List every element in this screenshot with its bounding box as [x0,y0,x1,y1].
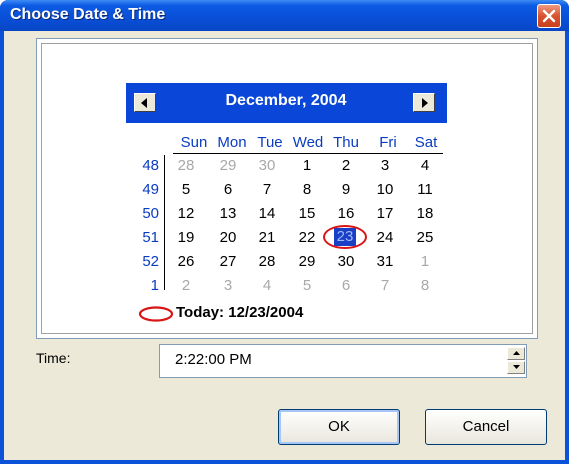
day-cell[interactable]: 5 [287,277,327,295]
day-cell[interactable]: 4 [247,277,287,295]
day-of-week-sat: Sat [414,134,438,151]
calendar-header: December, 2004 [126,83,447,123]
day-cell[interactable]: 6 [208,181,248,199]
arrow-up-icon [513,351,520,355]
week-number: 1 [150,277,159,294]
title-bar[interactable]: Choose Date & Time [0,0,569,31]
day-cell[interactable]: 6 [326,277,366,295]
time-field[interactable]: 2:22:00 PM [159,344,527,378]
day-cell[interactable]: 28 [166,157,206,175]
day-cell[interactable]: 17 [365,205,405,223]
day-cell[interactable]: 8 [287,181,327,199]
arrow-down-icon [513,365,520,369]
selected-day-cell[interactable]: 23 [325,228,365,246]
day-of-week-thu: Thu [333,134,359,151]
day-cell[interactable]: 16 [326,205,366,223]
prev-month-button[interactable] [134,93,156,112]
close-icon [542,9,556,23]
cancel-button[interactable]: Cancel [425,409,547,445]
time-label: Time: [36,350,71,366]
triangle-right-icon [422,98,428,108]
day-cell[interactable]: 20 [208,229,248,247]
day-cell[interactable]: 7 [365,277,405,295]
ok-button[interactable]: OK [278,409,400,445]
day-of-week-tue: Tue [257,134,283,151]
dialog-title: Choose Date & Time [10,6,166,23]
day-cell[interactable]: 4 [405,157,445,175]
spin-down-button[interactable] [507,361,525,374]
day-cell[interactable]: 3 [208,277,248,295]
day-cell[interactable]: 11 [405,181,445,199]
day-cell[interactable]: 5 [166,181,206,199]
week-number: 49 [142,181,159,198]
month-year-label[interactable]: December, 2004 [186,92,386,110]
today-label: Today: 12/23/2004 [176,304,304,321]
day-cell[interactable]: 14 [247,205,287,223]
day-cell[interactable]: 29 [287,253,327,271]
triangle-left-icon [141,98,147,108]
day-cell[interactable]: 2 [166,277,206,295]
day-cell[interactable]: 12 [166,205,206,223]
week-number: 52 [142,253,159,270]
day-cell[interactable]: 19 [166,229,206,247]
day-cell[interactable]: 1 [405,253,445,271]
week-number-divider [164,155,165,290]
next-month-button[interactable] [413,93,435,112]
day-cell[interactable]: 10 [365,181,405,199]
today-circle-icon [138,306,174,322]
week-number: 51 [142,229,159,246]
week-number: 48 [142,157,159,174]
day-cell[interactable]: 15 [287,205,327,223]
day-cell[interactable]: 2 [326,157,366,175]
day-cell[interactable]: 3 [365,157,405,175]
week-number: 50 [142,205,159,222]
day-cell[interactable]: 31 [365,253,405,271]
day-of-week-sun: Sun [180,134,208,151]
day-of-week-mon: Mon [217,134,247,151]
day-cell[interactable]: 8 [405,277,445,295]
day-cell[interactable]: 28 [247,253,287,271]
day-cell[interactable]: 30 [326,253,366,271]
day-cell[interactable]: 9 [326,181,366,199]
day-cell[interactable]: 21 [247,229,287,247]
day-cell[interactable]: 27 [208,253,248,271]
day-cell[interactable]: 25 [405,229,445,247]
day-cell[interactable]: 7 [247,181,287,199]
time-value: 2:22:00 PM [175,351,252,368]
day-of-week-wed: Wed [292,134,324,151]
day-cell[interactable]: 22 [287,229,327,247]
day-cell[interactable]: 1 [287,157,327,175]
day-cell[interactable]: 24 [365,229,405,247]
day-cell[interactable]: 26 [166,253,206,271]
day-of-week-fri: Fri [379,134,397,151]
close-button[interactable] [537,4,561,28]
spin-up-button[interactable] [507,347,525,360]
day-cell[interactable]: 30 [247,157,287,175]
time-spinner [507,347,525,375]
day-cell[interactable]: 13 [208,205,248,223]
day-header-divider [173,153,443,154]
day-cell[interactable]: 18 [405,205,445,223]
day-cell[interactable]: 29 [208,157,248,175]
